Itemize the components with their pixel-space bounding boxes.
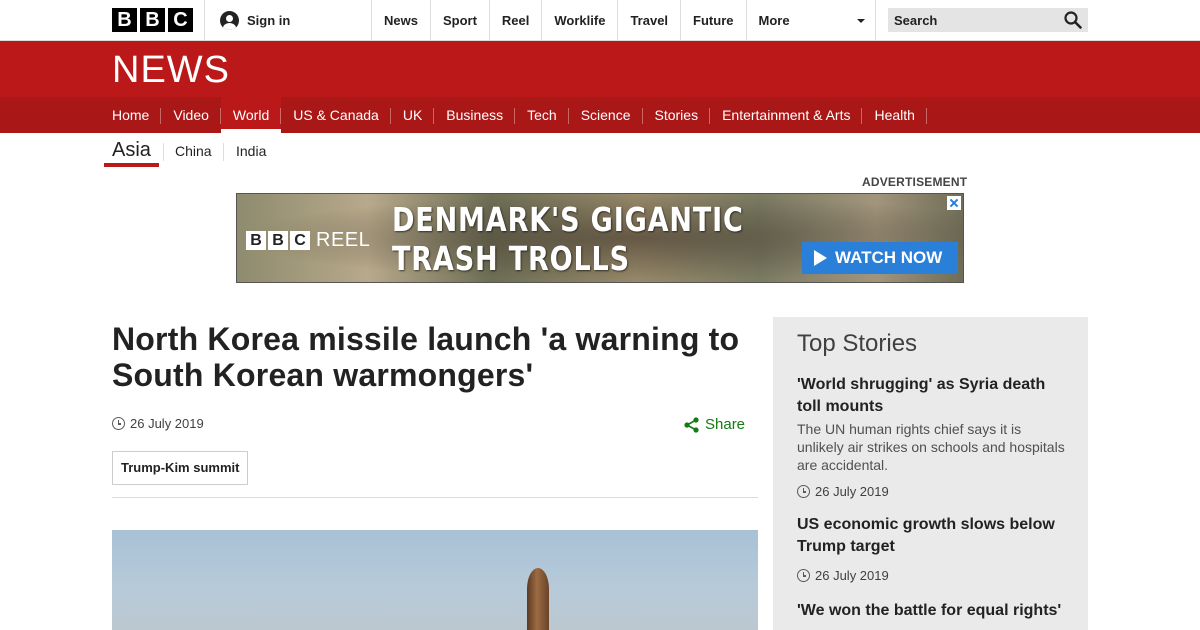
section-nav-uk[interactable]: UK [391, 97, 435, 133]
sub-nav-china[interactable]: China [175, 143, 212, 159]
top-story-date: 26 July 2019 [797, 568, 1067, 583]
section-nav-science[interactable]: Science [569, 97, 643, 133]
global-nav-sport[interactable]: Sport [429, 0, 489, 40]
watch-now-button[interactable]: WATCH NOW [802, 242, 958, 274]
global-nav-travel[interactable]: Travel [617, 0, 680, 40]
top-story-title[interactable]: 'World shrugging' as Syria death toll mo… [797, 374, 1067, 418]
global-nav-future[interactable]: Future [680, 0, 745, 40]
section-nav-video[interactable]: Video [161, 97, 221, 133]
global-header: B B C Sign in News Sport Reel Worklife T… [0, 0, 1200, 41]
top-stories-heading: Top Stories [797, 330, 918, 357]
clock-icon [797, 569, 810, 582]
top-story-title[interactable]: US economic growth slows below Trump tar… [797, 514, 1067, 558]
sign-in-button[interactable]: Sign in [220, 11, 290, 30]
ad-headline-line1: DENMARK'S GIGANTIC [392, 200, 744, 239]
clock-icon [112, 417, 125, 430]
top-story-item: US economic growth slows below Trump tar… [797, 514, 1067, 583]
clock-icon [797, 485, 810, 498]
section-nav-entertainment-arts[interactable]: Entertainment & Arts [710, 97, 863, 133]
ad-banner[interactable]: B B C REEL DENMARK'S GIGANTIC TRASH TROL… [236, 193, 964, 283]
global-nav-reel[interactable]: Reel [488, 0, 541, 40]
section-nav-health[interactable]: Health [862, 97, 928, 133]
bbc-logo[interactable]: B B C [112, 8, 193, 32]
section-nav-us-canada[interactable]: US & Canada [281, 97, 391, 133]
sub-nav-asia[interactable]: Asia [104, 139, 159, 167]
logo-letter: B [268, 231, 288, 250]
top-stories-panel: Top Stories 'World shrugging' as Syria d… [773, 317, 1088, 630]
article-hero-image [112, 530, 758, 630]
divider [163, 143, 164, 161]
section-nav-business[interactable]: Business [434, 97, 515, 133]
logo-letter: C [290, 231, 310, 250]
logo-letter: B [246, 231, 266, 250]
news-logo[interactable]: NEWS [112, 50, 230, 90]
logo-letter: B [140, 8, 165, 32]
search-icon[interactable] [1064, 11, 1082, 29]
section-nav-world[interactable]: World [220, 97, 282, 133]
sub-nav: Asia China India [0, 133, 1200, 169]
topic-tag[interactable]: Trump-Kim summit [112, 451, 249, 485]
watch-now-label: WATCH NOW [835, 248, 943, 267]
logo-letter: C [168, 8, 193, 32]
share-label: Share [705, 416, 746, 433]
global-nav-more[interactable]: More [745, 0, 876, 40]
sign-in-label: Sign in [247, 13, 291, 28]
close-ad-icon[interactable] [947, 196, 961, 210]
top-story-title[interactable]: 'We won the battle for equal rights' [797, 600, 1067, 622]
article-date-text: 26 July 2019 [130, 416, 204, 431]
divider [204, 0, 205, 40]
global-nav: News Sport Reel Worklife Travel Future M… [371, 0, 876, 40]
divider [223, 143, 224, 161]
article-date: 26 July 2019 [112, 416, 204, 431]
play-icon [814, 250, 827, 266]
search-box [888, 8, 1088, 32]
search-input[interactable] [888, 8, 1058, 32]
top-story-date-text: 26 July 2019 [815, 568, 889, 583]
advertisement-label: ADVERTISEMENT [862, 175, 968, 189]
global-nav-worklife[interactable]: Worklife [541, 0, 617, 40]
top-story-summary: The UN human rights chief says it is unl… [797, 421, 1065, 473]
section-nav-stories[interactable]: Stories [643, 97, 711, 133]
ad-headline-line2: TRASH TROLLS [392, 239, 630, 278]
article-title: North Korea missile launch 'a warning to… [112, 321, 740, 393]
top-story-item: 'World shrugging' as Syria death toll mo… [797, 374, 1067, 499]
share-button[interactable]: Share [683, 416, 745, 433]
news-header: NEWS [0, 41, 1200, 97]
top-story-item: 'We won the battle for equal rights' [797, 600, 1067, 622]
section-nav-home[interactable]: Home [112, 97, 162, 133]
user-icon [220, 11, 239, 30]
ad-headline: DENMARK'S GIGANTIC TRASH TROLLS [392, 200, 744, 278]
section-nav: Home Video World US & Canada UK Business… [0, 97, 1200, 133]
global-nav-news[interactable]: News [371, 0, 430, 40]
section-nav-tech[interactable]: Tech [515, 97, 569, 133]
reel-label: REEL [316, 229, 371, 251]
top-story-date-text: 26 July 2019 [815, 484, 889, 499]
missile-image [527, 568, 549, 630]
more-label: More [758, 13, 790, 28]
chevron-down-icon [856, 19, 865, 23]
top-story-date: 26 July 2019 [797, 484, 1067, 499]
divider [112, 497, 758, 498]
logo-letter: B [112, 8, 137, 32]
share-icon [684, 416, 699, 433]
sub-nav-india[interactable]: India [236, 143, 266, 159]
bbc-reel-logo: B B C REEL [246, 229, 370, 252]
